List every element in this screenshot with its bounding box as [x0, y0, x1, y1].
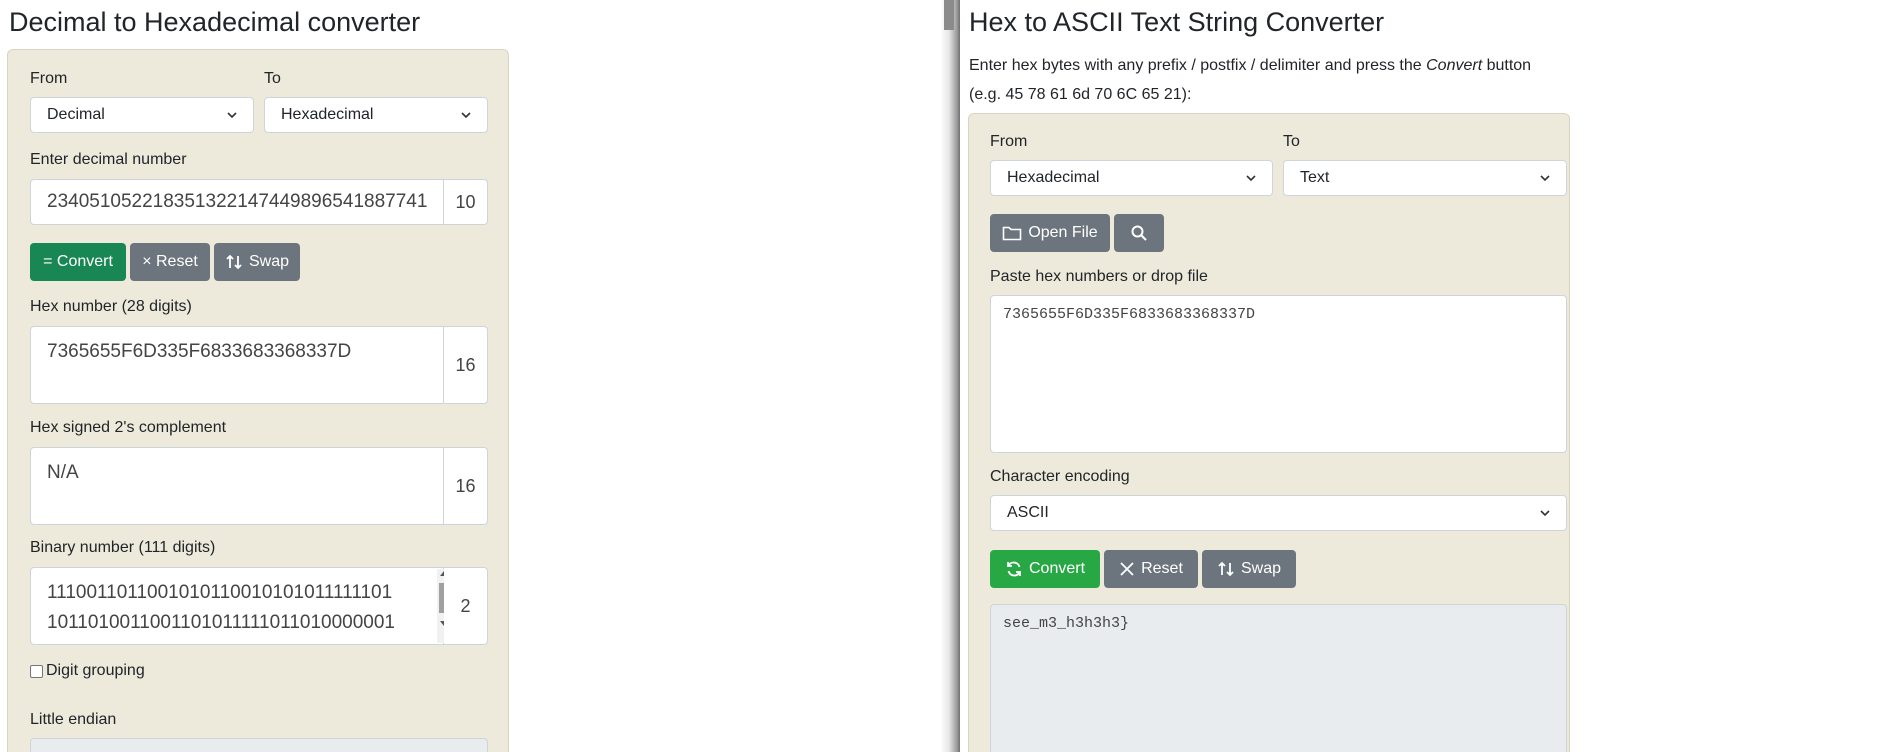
binary-number-label: Binary number (111 digits)	[30, 539, 216, 556]
little-endian-output[interactable]	[30, 738, 488, 752]
reset-label: Reset	[1141, 560, 1183, 577]
swap-button[interactable]: Swap	[214, 243, 300, 281]
open-file-label: Open File	[1028, 224, 1098, 241]
swap-button-label: Swap	[248, 253, 290, 270]
from-label: From	[30, 70, 68, 87]
binary-line: 1110011011001010110010101011111101	[47, 582, 393, 603]
search-icon	[1131, 225, 1147, 241]
swap-arrows-icon	[1218, 561, 1234, 577]
little-endian-label: Little endian	[30, 711, 117, 728]
to-label: To	[1283, 133, 1300, 150]
character-encoding-label: Character encoding	[990, 468, 1130, 485]
hex-input-textarea[interactable]: 7365655F6D335F6833683368337D	[990, 295, 1567, 453]
binary-line: 1001101100000011001101101000000011	[47, 638, 427, 644]
folder-icon	[1003, 226, 1022, 241]
digit-grouping-label: Digit grouping	[46, 662, 145, 679]
refresh-icon	[1007, 561, 1021, 577]
from-select[interactable]: Decimal	[30, 97, 254, 133]
chevron-down-icon	[1246, 175, 1256, 182]
close-icon	[1120, 562, 1134, 576]
from-select-value: Decimal	[47, 106, 105, 123]
right-browser-pane: Hex to ASCII Text String Converter Enter…	[960, 0, 1902, 752]
hex-number-output[interactable]: 7365655F6D335F6833683368337D	[30, 326, 444, 404]
reset-button[interactable]: × Reset	[130, 243, 210, 281]
from-select-value: Hexadecimal	[1007, 169, 1100, 186]
search-button[interactable]	[1114, 214, 1164, 252]
window-divider[interactable]	[940, 0, 960, 752]
digit-grouping-checkbox[interactable]	[30, 664, 43, 678]
hex-signed-label: Hex signed 2's complement	[30, 419, 227, 436]
binary-line: 1011010011001101011111011010000001	[47, 612, 395, 633]
page-title: Decimal to Hexadecimal converter	[9, 7, 421, 37]
page-title: Hex to ASCII Text String Converter	[969, 7, 1385, 37]
from-select[interactable]: Hexadecimal	[990, 160, 1273, 196]
hex-signed-output[interactable]: N/A	[30, 447, 444, 525]
intro-suffix: button	[1482, 57, 1532, 74]
swap-label: Swap	[1240, 560, 1282, 577]
chevron-down-icon	[1540, 175, 1550, 182]
to-select[interactable]: Text	[1283, 160, 1567, 196]
decimal-base-addon: 10	[444, 179, 488, 225]
divider-handle[interactable]	[944, 0, 954, 30]
decimal-input[interactable]: 234051052218351322147449896541887741	[30, 179, 444, 225]
hex-converter-panel: From To Hexadecimal Text Open File Paste…	[968, 113, 1570, 752]
hex-base-addon: 16	[444, 326, 488, 404]
binary-base-addon: 2	[444, 567, 488, 645]
swap-arrows-icon	[226, 254, 242, 270]
convert-label: Convert	[1028, 560, 1086, 577]
to-select-value: Hexadecimal	[281, 106, 374, 123]
from-label: From	[990, 133, 1028, 150]
to-select-value: Text	[1300, 169, 1330, 186]
example-text: (e.g. 45 78 61 6d 70 6C 65 21):	[969, 86, 1192, 103]
encoding-select[interactable]: ASCII	[990, 495, 1567, 531]
decimal-label: Enter decimal number	[30, 151, 187, 168]
to-select[interactable]: Hexadecimal	[264, 97, 488, 133]
chevron-down-icon	[1540, 510, 1550, 517]
intro-emphasis: Convert	[1426, 57, 1483, 74]
convert-button[interactable]: Convert	[990, 550, 1100, 588]
reset-button[interactable]: Reset	[1104, 550, 1198, 588]
convert-button[interactable]: = Convert	[30, 243, 126, 281]
paste-hex-label: Paste hex numbers or drop file	[990, 268, 1208, 285]
digit-grouping-option[interactable]: Digit grouping	[30, 662, 145, 680]
encoding-select-value: ASCII	[1007, 504, 1049, 521]
to-label: To	[264, 70, 281, 87]
swap-button[interactable]: Swap	[1202, 550, 1296, 588]
converter-panel: From To Decimal Hexadecimal Enter decima…	[7, 49, 509, 752]
intro-text: Enter hex bytes with any prefix / postfi…	[969, 57, 1531, 75]
hex-number-label: Hex number (28 digits)	[30, 298, 192, 315]
binary-number-output[interactable]: 1110011011001010110010101011111101 10110…	[30, 567, 444, 645]
open-file-button[interactable]: Open File	[990, 214, 1110, 252]
text-output-textarea[interactable]: see_m3_h3h3h3}	[990, 604, 1567, 752]
chevron-down-icon	[461, 112, 471, 119]
intro-prefix: Enter hex bytes with any prefix / postfi…	[969, 57, 1427, 74]
signed-base-addon: 16	[444, 447, 488, 525]
chevron-down-icon	[227, 112, 237, 119]
left-browser-pane: Decimal to Hexadecimal converter From To…	[0, 0, 940, 752]
